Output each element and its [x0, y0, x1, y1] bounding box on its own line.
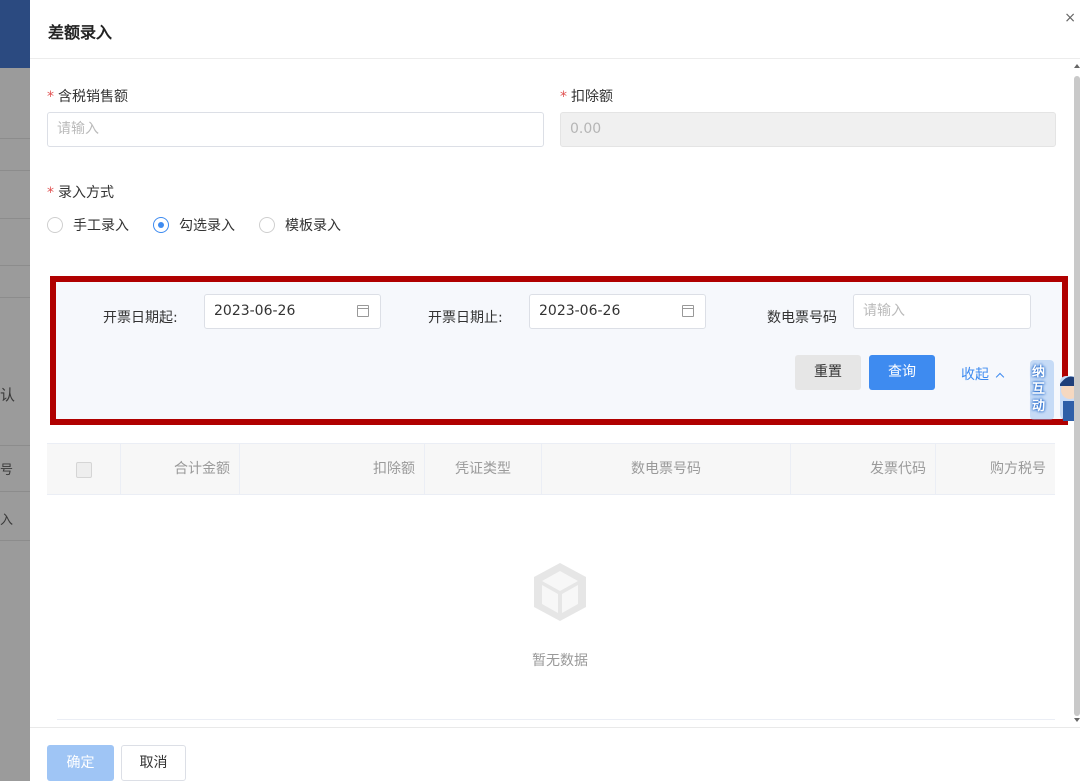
scrollbar[interactable] — [1073, 64, 1080, 724]
deduction-input: 0.00 — [560, 112, 1056, 147]
collapse-link[interactable]: 收起 — [961, 364, 1005, 384]
entry-method-label: * 录入方式 — [47, 182, 114, 202]
deduction-label: * 扣除额 — [560, 86, 613, 106]
tax-sales-label-text: 含税销售额 — [58, 89, 128, 105]
invoice-number-label: 数电票号码 — [767, 310, 837, 326]
background-header — [0, 0, 30, 68]
end-date-label: 开票日期止: — [428, 310, 503, 326]
radio-label: 模板录入 — [285, 218, 341, 234]
difference-entry-dialog: 差额录入 × * 含税销售额 请输入 * 扣除额 0.00 * 录入方式 手工录入 勾… — [30, 0, 1080, 781]
empty-state-text: 暂无数据 — [532, 653, 588, 669]
column-deduction: 扣除额 — [240, 444, 425, 495]
dialog-footer: 确定 取消 — [30, 727, 1080, 781]
calendar-icon — [682, 305, 694, 317]
radio-template-entry[interactable]: 模板录入 — [259, 215, 341, 235]
radio-circle[interactable] — [259, 217, 275, 233]
background-text: 入 — [0, 513, 14, 528]
column-total-amount: 合计金额 — [121, 444, 240, 495]
query-panel: 开票日期起: 2023-06-26 开票日期止: 2023-06-26 数电票号… — [50, 276, 1068, 425]
entry-method-label-text: 录入方式 — [58, 185, 114, 201]
divider — [0, 138, 30, 139]
radio-manual-entry[interactable]: 手工录入 — [47, 215, 129, 235]
dialog-header: 差额录入 × — [30, 0, 1080, 59]
confirm-button[interactable]: 确定 — [47, 745, 114, 781]
start-date-label: 开票日期起: — [103, 310, 178, 326]
scroll-up-arrow-icon[interactable] — [1074, 64, 1080, 68]
calendar-icon — [357, 305, 369, 317]
divider — [57, 719, 1055, 720]
column-buyer-tax-id: 购方税号 — [990, 461, 1046, 477]
column-invoice-code: 发票代码 — [791, 444, 936, 495]
scroll-down-arrow-icon[interactable] — [1074, 718, 1080, 722]
column-voucher-type: 凭证类型 — [425, 444, 542, 495]
end-date-value: 2023-06-26 — [539, 303, 621, 319]
background-text: 号 — [0, 463, 14, 478]
mascot-char: 纳 — [1032, 365, 1046, 380]
radio-label: 手工录入 — [73, 218, 129, 234]
cancel-button[interactable]: 取消 — [121, 745, 186, 781]
mascot-char: 互 — [1032, 382, 1046, 397]
reset-button[interactable]: 重置 — [795, 355, 861, 390]
radio-circle-selected[interactable] — [153, 217, 169, 233]
required-mark: * — [47, 89, 54, 105]
end-date-picker[interactable]: 2023-06-26 — [529, 294, 706, 329]
start-date-picker[interactable]: 2023-06-26 — [204, 294, 381, 329]
table-header: 合计金额 扣除额 凭证类型 数电票号码 发票代码 购方税号 — [47, 443, 1055, 495]
tax-sales-input[interactable]: 请输入 — [47, 112, 544, 147]
divider — [0, 491, 30, 492]
scrollbar-thumb[interactable] — [1074, 76, 1080, 716]
divider — [0, 265, 30, 266]
divider — [0, 218, 30, 219]
deduction-label-text: 扣除额 — [571, 89, 613, 105]
background-page: 认 号 入 — [0, 0, 30, 781]
dialog-title: 差额录入 — [48, 23, 113, 42]
collapse-label: 收起 — [961, 367, 989, 383]
chevron-up-icon — [995, 372, 1005, 382]
empty-box-icon — [534, 563, 586, 621]
background-text: 认 — [0, 386, 16, 404]
divider — [0, 445, 30, 446]
column-invoice-number: 数电票号码 — [542, 444, 791, 495]
mascot-char: 动 — [1032, 399, 1046, 414]
mascot-label: 纳 互 动 — [1032, 364, 1052, 415]
radio-label: 勾选录入 — [179, 218, 235, 234]
select-all-column — [47, 444, 121, 495]
invoice-number-input[interactable]: 请输入 — [853, 294, 1031, 329]
tax-sales-label: * 含税销售额 — [47, 86, 128, 106]
search-button[interactable]: 查询 — [869, 355, 935, 390]
divider — [0, 540, 30, 541]
divider — [0, 297, 30, 298]
select-all-checkbox[interactable] — [76, 462, 92, 478]
entry-method-radio-group: 手工录入 勾选录入 模板录入 — [47, 215, 365, 235]
required-mark: * — [47, 185, 54, 201]
close-icon[interactable]: × — [1064, 10, 1076, 26]
radio-select-entry[interactable]: 勾选录入 — [153, 215, 235, 235]
divider — [0, 170, 30, 171]
radio-circle[interactable] — [47, 217, 63, 233]
start-date-value: 2023-06-26 — [214, 303, 296, 319]
required-mark: * — [560, 89, 567, 105]
